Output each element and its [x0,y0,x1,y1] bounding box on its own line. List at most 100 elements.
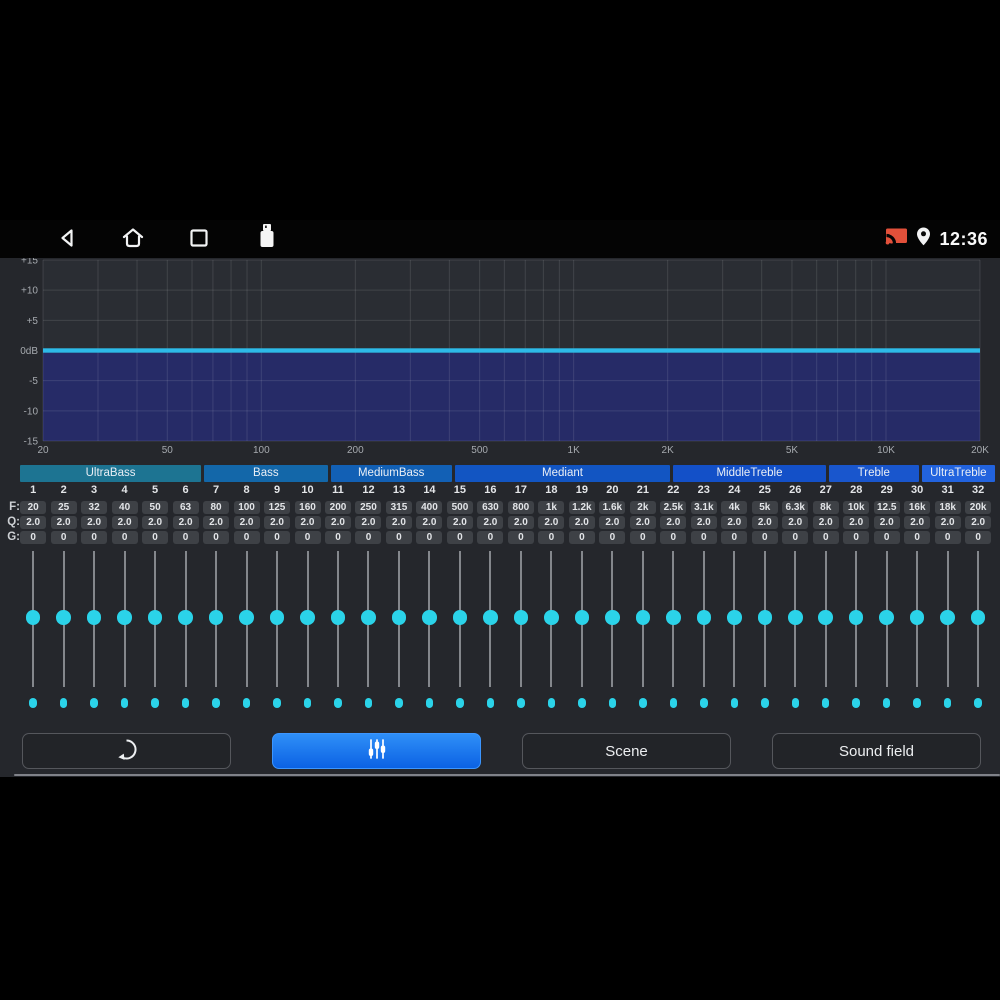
eq-channel-6: 6 63 2.0 0 [170,483,201,715]
eq-slider-knob[interactable] [940,610,955,625]
eq-slider-knob[interactable] [818,610,833,625]
channel-number: 26 [789,484,802,496]
channel-number: 13 [392,484,406,496]
eq-slider-knob[interactable] [208,610,224,625]
channel-indicator-dot [59,698,68,708]
channel-indicator-dot [547,698,556,708]
channel-indicator-dot [791,698,799,708]
eq-channel-28: 28 10k 2.0 0 [841,483,872,715]
gain-value: 0 [20,531,47,544]
channel-number: 24 [728,484,741,496]
channel-indicator-dot [242,698,251,708]
eq-slider-knob[interactable] [970,610,986,625]
eq-slider-knob[interactable] [178,610,193,625]
reset-button[interactable] [22,733,231,769]
home-button[interactable] [120,227,146,253]
eq-channel-25: 25 5k 2.0 0 [750,483,781,715]
eq-slider-knob[interactable] [56,610,71,625]
eq-slider-knob[interactable] [147,610,163,625]
channel-indicator-dot [303,698,312,708]
q-value: 2.0 [507,516,534,529]
eq-slider-knob[interactable] [666,610,681,625]
scene-button-label: Scene [605,742,648,760]
back-button[interactable] [55,227,81,253]
q-value: 2.0 [873,516,900,529]
eq-slider-knob[interactable] [25,610,41,625]
svg-text:500: 500 [471,445,488,456]
q-value: 2.0 [843,516,870,529]
band-label-ultratreble: UltraTreble [921,465,995,482]
eq-channel-14: 14 400 2.0 0 [414,483,445,715]
eq-slider-knob[interactable] [605,610,620,625]
channel-indicator-dot [29,698,37,708]
eq-slider-knob[interactable] [848,610,864,625]
eq-slider-knob[interactable] [727,610,742,625]
recents-icon [187,226,211,255]
freq-value: 4k [721,501,748,514]
sound-field-button-label: Sound field [838,742,915,760]
channel-number: 28 [850,484,863,496]
freq-value: 315 [385,501,412,514]
gain-value: 0 [934,531,961,544]
home-icon [120,226,146,255]
q-value: 2.0 [385,516,412,529]
scene-button[interactable]: Scene [522,733,731,769]
channel-number: 4 [121,484,128,496]
eq-slider-knob[interactable] [452,610,468,625]
gain-value: 0 [843,531,870,544]
freq-value: 10k [843,501,870,514]
recents-button[interactable] [186,227,212,253]
eq-slider-knob[interactable] [269,610,285,625]
eq-slider-knob[interactable] [117,610,132,625]
status-indicators: 12:36 [885,220,988,258]
eq-channel-24: 24 4k 2.0 0 [719,483,750,715]
eq-slider-knob[interactable] [422,610,437,625]
eq-slider-knob[interactable] [361,610,376,625]
svg-text:-5: -5 [29,376,38,387]
q-value: 2.0 [20,516,47,529]
eq-slider-knob[interactable] [909,610,925,625]
q-value: 2.0 [965,516,992,529]
eq-slider-knob[interactable] [696,610,712,625]
eq-slider-knob[interactable] [483,610,498,625]
svg-text:5K: 5K [786,445,799,456]
equalizer-tab-button[interactable] [272,733,481,769]
eq-slider-knob[interactable] [239,610,254,625]
channel-indicator-dot [608,698,617,708]
svg-text:+15: +15 [21,258,38,267]
q-value: 2.0 [751,516,778,529]
freq-value: 80 [203,501,230,514]
eq-slider-knob[interactable] [513,610,529,625]
freq-value: 6.3k [782,501,809,514]
eq-slider-knob[interactable] [544,610,559,625]
freq-value: 630 [477,501,504,514]
freq-value: 3.1k [690,501,717,514]
eq-slider-knob[interactable] [574,610,590,625]
eq-slider-knob[interactable] [788,610,803,625]
eq-slider-knob[interactable] [86,610,102,625]
q-value: 2.0 [264,516,291,529]
q-value: 2.0 [599,516,626,529]
channel-number: 18 [545,484,558,496]
channel-indicator-dot [212,698,220,708]
eq-channel-32: 32 20k 2.0 0 [963,483,994,715]
eq-slider-knob[interactable] [757,610,773,625]
eq-channel-30: 30 16k 2.0 0 [902,483,933,715]
eq-slider-knob[interactable] [879,610,894,625]
eq-slider-knob[interactable] [391,610,407,625]
eq-slider-knob[interactable] [330,610,346,625]
band-label-ultrabass: UltraBass [20,465,202,482]
sound-field-button[interactable]: Sound field [772,733,981,769]
gain-value: 0 [111,531,138,544]
channel-indicator-dot [517,698,525,708]
gain-value: 0 [873,531,900,544]
channel-number: 7 [212,484,220,496]
gain-value: 0 [538,531,565,544]
freq-value: 800 [507,501,534,514]
q-value: 2.0 [568,516,595,529]
freq-value: 20 [20,501,47,514]
gain-value: 0 [203,531,230,544]
eq-slider-knob[interactable] [635,610,651,625]
channel-number: 20 [606,484,619,496]
eq-slider-knob[interactable] [300,610,315,625]
